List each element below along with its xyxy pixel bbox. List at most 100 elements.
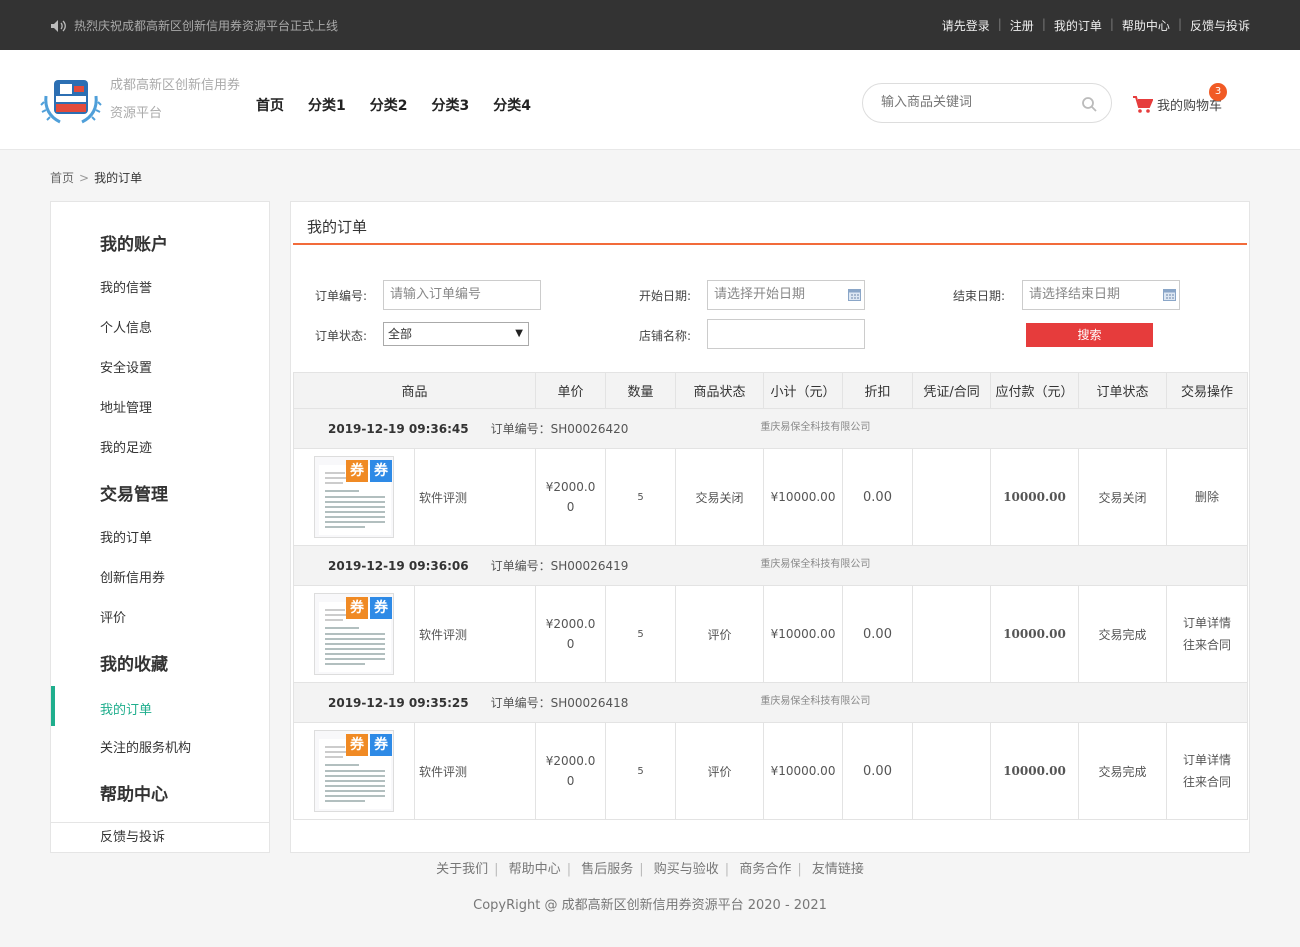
unit-price: ¥2000.00	[535, 722, 607, 820]
search-input[interactable]	[881, 94, 1071, 109]
voucher-badge: 券	[346, 734, 368, 756]
sidebar-item-address[interactable]: 地址管理	[100, 397, 152, 416]
footer-about[interactable]: 关于我们	[436, 862, 488, 877]
start-date-label: 开始日期:	[639, 289, 692, 303]
order-number: 订单编号：SH00026420	[490, 422, 629, 436]
end-date-input[interactable]: 请选择结束日期	[1022, 280, 1180, 310]
nav-home[interactable]: 首页	[256, 95, 284, 115]
order-status: 交易关闭	[1078, 448, 1168, 546]
order-number: 订单编号：SH00026419	[490, 559, 629, 573]
calendar-icon[interactable]	[1163, 289, 1176, 301]
order-action-link[interactable]: 订单详情	[1167, 612, 1247, 634]
col-header: 凭证/合同	[912, 372, 992, 409]
search-button[interactable]: 搜索	[1026, 323, 1153, 347]
cart-count-badge: 3	[1209, 83, 1227, 101]
sidebar-item-footprint[interactable]: 我的足迹	[100, 437, 152, 456]
subtotal: ¥10000.00	[763, 585, 844, 683]
nav-category-1[interactable]: 分类1	[308, 95, 346, 115]
dropdown-arrow-icon: ▼	[515, 328, 523, 339]
order-date: 2019-12-19 09:36:45	[328, 422, 469, 436]
feedback-link[interactable]: 反馈与投诉	[1190, 17, 1250, 34]
sidebar-group-account: 我的账户	[100, 235, 168, 255]
sidebar-item-reviews[interactable]: 评价	[100, 607, 126, 626]
quantity: 5	[605, 585, 677, 683]
subtotal: ¥10000.00	[763, 722, 844, 820]
sidebar-item-reputation[interactable]: 我的信誉	[100, 277, 152, 296]
sidebar-item-orders[interactable]: 我的订单	[100, 527, 152, 546]
sidebar-item-profile[interactable]: 个人信息	[100, 317, 152, 336]
end-date-placeholder: 请选择结束日期	[1029, 287, 1121, 302]
status-select[interactable]: 全部 ▼	[383, 322, 529, 346]
sidebar-item-feedback[interactable]: 反馈与投诉	[100, 826, 165, 845]
product-thumbnail[interactable]: 券券	[314, 730, 394, 812]
order-header-row: 2019-12-19 09:36:06 订单编号：SH00026419 重庆易保全科…	[292, 545, 1249, 586]
footer-friend-links[interactable]: 友情链接	[812, 862, 864, 877]
shop-name[interactable]: 重庆易保全科技有限公司	[760, 422, 870, 433]
item-status: 交易关闭	[675, 448, 765, 546]
title-underline	[293, 243, 1247, 245]
top-bar: 热烈庆祝成都高新区创新信用券资源平台正式上线 请先登录 | 注册 | 我的订单 | 帮…	[0, 0, 1300, 50]
shop-name-input[interactable]	[707, 319, 865, 349]
order-action-link[interactable]: 删除	[1167, 486, 1247, 508]
voucher-badge: 券	[346, 460, 368, 482]
product-thumb-cell: 券券	[293, 585, 415, 683]
order-header-cell: 2019-12-19 09:36:45 订单编号：SH00026420 重庆易保全科…	[292, 408, 1249, 449]
sidebar-item-fav-orders[interactable]: 我的订单	[100, 699, 152, 718]
sidebar: 我的账户 我的信誉 个人信息 安全设置 地址管理 我的足迹 交易管理 我的订单 …	[50, 201, 270, 853]
sidebar-item-security[interactable]: 安全设置	[100, 357, 152, 376]
order-action-link[interactable]: 订单详情	[1167, 749, 1247, 771]
footer-after-sales[interactable]: 售后服务	[581, 862, 633, 877]
order-no-label: 订单编号:	[315, 289, 368, 303]
product-name[interactable]: 软件评测	[413, 585, 537, 683]
nav-category-2[interactable]: 分类2	[370, 95, 408, 115]
calendar-icon[interactable]	[848, 289, 861, 301]
product-thumbnail[interactable]: 券券	[314, 593, 394, 675]
order-action-link[interactable]: 往来合同	[1167, 634, 1247, 656]
breadcrumb-separator: >	[79, 171, 90, 185]
product-name[interactable]: 软件评测	[413, 722, 537, 820]
footer-purchase[interactable]: 购买与验收	[654, 862, 719, 877]
shop-name[interactable]: 重庆易保全科技有限公司	[760, 696, 870, 707]
sidebar-item-vouchers[interactable]: 创新信用券	[100, 567, 165, 586]
col-header: 应付款（元）	[990, 372, 1080, 409]
order-actions: 删除	[1166, 448, 1249, 546]
sidebar-group-favorites: 我的收藏	[100, 655, 168, 675]
discount: 0.00	[842, 448, 914, 546]
orders-panel: 我的订单 订单编号: 请输入订单编号 开始日期: 请选择开始日期 结束日期: 请…	[290, 201, 1250, 853]
voucher-contract	[912, 722, 992, 820]
login-link[interactable]: 请先登录	[942, 17, 990, 34]
shop-name-label: 店铺名称:	[639, 329, 692, 343]
order-actions: 订单详情 往来合同	[1166, 585, 1249, 683]
main-nav: 首页 分类1 分类2 分类3 分类4	[256, 95, 555, 115]
help-center-link[interactable]: 帮助中心	[1122, 17, 1170, 34]
product-thumbnail[interactable]: 券券	[314, 456, 394, 538]
start-date-input[interactable]: 请选择开始日期	[707, 280, 865, 310]
order-no-input[interactable]: 请输入订单编号	[383, 280, 541, 310]
search-icon[interactable]	[1081, 96, 1097, 112]
sidebar-group-help: 帮助中心	[100, 785, 168, 805]
order-date: 2019-12-19 09:36:06	[328, 559, 469, 573]
order-header-cell: 2019-12-19 09:35:25 订单编号：SH00026418 重庆易保全科…	[292, 682, 1249, 723]
sidebar-item-followed-agencies[interactable]: 关注的服务机构	[100, 737, 191, 756]
cart-button[interactable]: 我的购物车 3	[1133, 83, 1227, 114]
my-orders-link[interactable]: 我的订单	[1054, 17, 1102, 34]
product-name[interactable]: 软件评测	[413, 448, 537, 546]
footer-business[interactable]: 商务合作	[739, 862, 791, 877]
order-header-row: 2019-12-19 09:36:45 订单编号：SH00026420 重庆易保全科…	[292, 408, 1249, 449]
logo-icon[interactable]	[40, 74, 102, 126]
brand-name[interactable]: 成都高新区创新信用券资源平台	[110, 72, 245, 128]
order-item-row: 券券软件评测 ¥2000.00 5 评价 ¥10000.00 0.00 10000.00 交易…	[293, 585, 1249, 683]
site-header: 成都高新区创新信用券资源平台 首页 分类1 分类2 分类3 分类4 我的购物车 …	[0, 50, 1300, 150]
sidebar-divider	[51, 822, 269, 823]
search-box[interactable]	[862, 83, 1112, 123]
col-header: 商品	[292, 372, 537, 409]
payable-amount: 10000.00	[990, 448, 1080, 546]
voucher-badge: 券	[346, 597, 368, 619]
nav-category-3[interactable]: 分类3	[432, 95, 470, 115]
order-action-link[interactable]: 往来合同	[1167, 771, 1247, 793]
shop-name[interactable]: 重庆易保全科技有限公司	[760, 559, 870, 570]
register-link[interactable]: 注册	[1010, 17, 1034, 34]
footer-help[interactable]: 帮助中心	[509, 862, 561, 877]
nav-category-4[interactable]: 分类4	[493, 95, 531, 115]
breadcrumb-home[interactable]: 首页	[50, 171, 74, 185]
